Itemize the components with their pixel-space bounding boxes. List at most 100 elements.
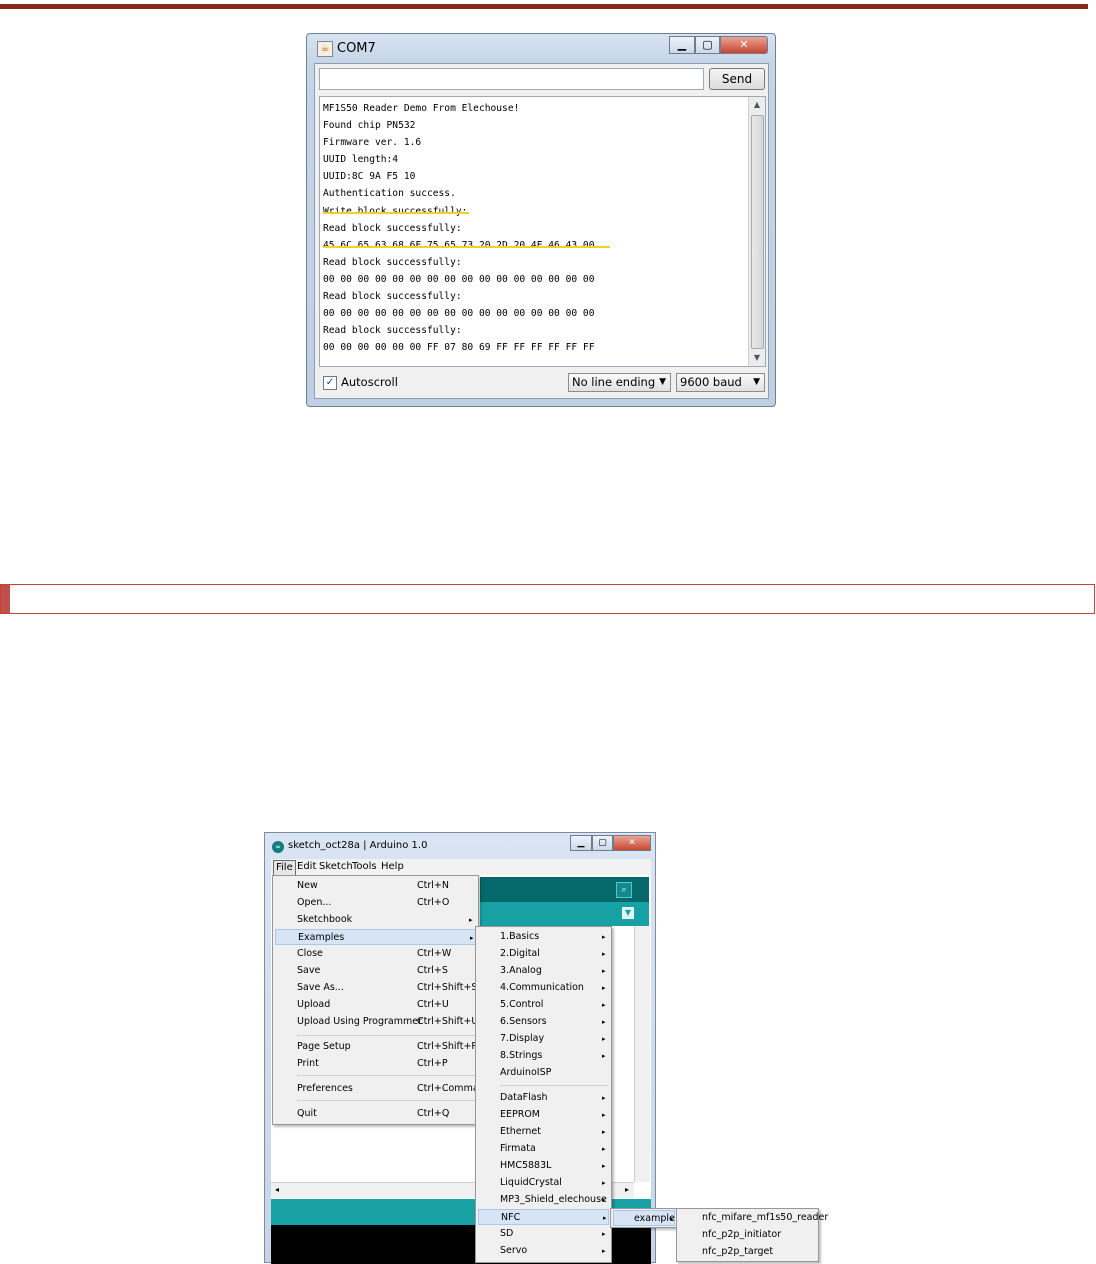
- serial-client-area: Send MF1S50 Reader Demo From Elechouse! F…: [314, 63, 769, 399]
- scroll-thumb[interactable]: [751, 115, 764, 349]
- file-menu-item[interactable]: Print Ctrl+P: [275, 1056, 476, 1072]
- menu-item-shortcut: Ctrl+Shift+P: [417, 1041, 478, 1052]
- menu-item-label: HMC5883L: [500, 1160, 552, 1171]
- file-menu-item[interactable]: Sketchbook ▸: [275, 912, 476, 928]
- autoscroll-checkbox[interactable]: ✓: [323, 376, 337, 390]
- serial-output-line: Authentication success.: [323, 188, 456, 200]
- examples-menu-item[interactable]: 4.Communication ▸: [478, 980, 609, 996]
- menu-item-shortcut: Ctrl+W: [417, 948, 452, 959]
- examples-menu-item[interactable]: LiquidCrystal ▸: [478, 1175, 609, 1191]
- scroll-down-icon[interactable]: ▼: [752, 353, 762, 362]
- menu-item-label: Upload Using Programmer: [297, 1016, 423, 1027]
- file-menu-item[interactable]: New Ctrl+N: [275, 878, 476, 894]
- example-menu-item[interactable]: nfc_mifare_mf1s50_reader: [679, 1210, 828, 1226]
- serial-monitor-icon[interactable]: ⌕: [616, 882, 632, 898]
- tab-bar: ▼: [480, 902, 649, 926]
- examples-menu-item[interactable]: 8.Strings ▸: [478, 1048, 609, 1064]
- menu-item-label: Servo: [500, 1245, 528, 1256]
- menu-edit[interactable]: Edit: [295, 860, 318, 874]
- submenu-arrow-icon: ▸: [670, 1215, 674, 1223]
- submenu-arrow-icon: ▸: [602, 1018, 606, 1026]
- serial-output-line: Read block successfully:: [323, 222, 462, 234]
- examples-menu-item[interactable]: MP3_Shield_elechouse ▸: [478, 1192, 609, 1208]
- examples-menu-item[interactable]: 2.Digital ▸: [478, 946, 609, 962]
- examples-menu-item[interactable]: 5.Control ▸: [478, 997, 609, 1013]
- examples-menu-item[interactable]: 1.Basics ▸: [478, 929, 609, 945]
- examples-menu-item[interactable]: Ethernet ▸: [478, 1124, 609, 1140]
- serial-output-line: Read block successfully:: [323, 256, 462, 268]
- examples-menu-item[interactable]: NFC ▸: [478, 1209, 609, 1225]
- submenu-arrow-icon: ▸: [602, 1111, 606, 1119]
- file-menu-item[interactable]: Save Ctrl+S: [275, 963, 476, 979]
- submenu-arrow-icon: ▸: [602, 967, 606, 975]
- file-menu-item[interactable]: Page Setup Ctrl+Shift+P: [275, 1039, 478, 1055]
- menu-item-label: Firmata: [500, 1143, 536, 1154]
- menu-separator: [297, 1075, 475, 1076]
- baud-select[interactable]: 9600 baud ▼: [676, 373, 765, 392]
- menu-file[interactable]: File: [273, 860, 296, 876]
- file-menu-item[interactable]: Examples ▸: [275, 929, 476, 945]
- send-input[interactable]: [319, 68, 704, 90]
- file-menu-item[interactable]: Preferences Ctrl+Comma: [275, 1081, 479, 1097]
- examples-menu-item[interactable]: Servo ▸: [478, 1243, 609, 1259]
- file-menu-item[interactable]: Upload Using Programmer Ctrl+Shift+U: [275, 1014, 478, 1030]
- minimize-button[interactable]: ▁: [570, 835, 592, 851]
- menu-item-label: Save As...: [297, 982, 344, 993]
- nfc-menu-item[interactable]: example ▸: [613, 1210, 675, 1226]
- close-button[interactable]: ✕: [720, 36, 768, 54]
- examples-menu-item[interactable]: EEPROM ▸: [478, 1107, 609, 1123]
- menu-item-label: Examples: [298, 932, 345, 943]
- serial-output-line: Firmware ver. 1.6: [323, 137, 422, 149]
- examples-menu-item[interactable]: DataFlash ▸: [478, 1090, 609, 1106]
- examples-menu-item[interactable]: SD ▸: [478, 1226, 609, 1242]
- send-button[interactable]: Send: [709, 68, 765, 90]
- example-menu-item[interactable]: nfc_p2p_initiator: [679, 1227, 816, 1243]
- top-rule: [0, 4, 1088, 9]
- submenu-arrow-icon: ▸: [602, 1094, 606, 1102]
- minimize-button[interactable]: ▁: [669, 36, 695, 54]
- chevron-down-icon: ▼: [659, 377, 666, 387]
- examples-menu-item[interactable]: HMC5883L ▸: [478, 1158, 609, 1174]
- file-menu-item[interactable]: Open... Ctrl+O: [275, 895, 476, 911]
- menu-item-shortcut: Ctrl+Shift+S: [417, 982, 478, 993]
- examples-menu-item[interactable]: Firmata ▸: [478, 1141, 609, 1157]
- maximize-button[interactable]: ▢: [592, 835, 613, 851]
- serial-output-line: UUID length:4: [323, 154, 399, 166]
- examples-menu-item[interactable]: ArduinoISP: [478, 1065, 609, 1081]
- editor-vertical-scrollbar[interactable]: [634, 926, 650, 1182]
- menu-item-label: nfc_mifare_mf1s50_reader: [702, 1212, 829, 1223]
- file-menu-item[interactable]: Upload Ctrl+U: [275, 997, 476, 1013]
- submenu-arrow-icon: ▸: [602, 1179, 606, 1187]
- menu-item-shortcut: Ctrl+Q: [417, 1108, 450, 1119]
- menu-help[interactable]: Help: [379, 860, 406, 874]
- tab-menu-chevron-icon[interactable]: ▼: [622, 907, 634, 919]
- menu-item-shortcut: Ctrl+O: [417, 897, 450, 908]
- serial-output[interactable]: MF1S50 Reader Demo From Elechouse! Found …: [319, 96, 766, 367]
- menu-tools[interactable]: Tools: [350, 860, 379, 874]
- examples-menu-item[interactable]: 7.Display ▸: [478, 1031, 609, 1047]
- menu-item-shortcut: Ctrl+U: [417, 999, 449, 1010]
- file-menu-item[interactable]: Save As... Ctrl+Shift+S: [275, 980, 478, 996]
- window-title: COM7: [337, 41, 376, 56]
- line-ending-select[interactable]: No line ending ▼: [568, 373, 671, 392]
- examples-menu-item[interactable]: 6.Sensors ▸: [478, 1014, 609, 1030]
- menu-item-label: DataFlash: [500, 1092, 548, 1103]
- menu-separator: [297, 1100, 475, 1101]
- file-menu-item[interactable]: Close Ctrl+W: [275, 946, 476, 962]
- menu-item-label: MP3_Shield_elechouse: [500, 1194, 607, 1205]
- examples-menu-item[interactable]: 3.Analog ▸: [478, 963, 609, 979]
- serial-monitor-window: ☕ COM7 ▁ ▢ ✕ Send MF1S50 Reader Demo Fro…: [306, 33, 776, 407]
- submenu-arrow-icon: ▸: [470, 934, 474, 942]
- scroll-up-icon[interactable]: ▲: [752, 100, 762, 109]
- menu-separator: [297, 1035, 475, 1036]
- serial-output-line: 00 00 00 00 00 00 FF 07 80 69 FF FF FF F…: [323, 342, 595, 354]
- serial-output-lines: MF1S50 Reader Demo From Elechouse! Found …: [323, 100, 594, 356]
- example-menu-item[interactable]: nfc_p2p_target: [679, 1244, 816, 1260]
- maximize-button[interactable]: ▢: [695, 36, 720, 54]
- scroll-right-icon[interactable]: ▸: [625, 1185, 629, 1194]
- vertical-scrollbar[interactable]: ▲ ▼: [748, 97, 765, 366]
- file-menu-item[interactable]: Quit Ctrl+Q: [275, 1106, 476, 1122]
- scroll-left-icon[interactable]: ◂: [275, 1185, 279, 1194]
- heading-accent: [1, 585, 10, 613]
- close-button[interactable]: ✕: [613, 835, 651, 851]
